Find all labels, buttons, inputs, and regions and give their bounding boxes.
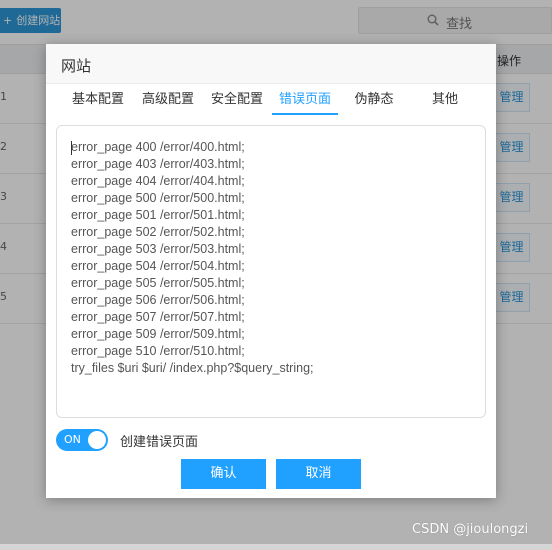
config-line: error_page 503 /error/503.html; (71, 242, 245, 256)
site-settings-dialog: 网站 基本配置 高级配置 安全配置 错误页面 伪静态 其他 error_page… (46, 44, 496, 498)
tab-advanced-config[interactable]: 高级配置 (138, 89, 198, 115)
config-line: error_page 400 /error/400.html; (71, 140, 245, 154)
config-line: error_page 510 /error/510.html; (71, 344, 245, 358)
config-line: error_page 509 /error/509.html; (71, 327, 245, 341)
config-line: error_page 506 /error/506.html; (71, 293, 245, 307)
dialog-title: 网站 (61, 57, 92, 75)
config-line: error_page 501 /error/501.html; (71, 208, 245, 222)
settings-tabs: 基本配置 高级配置 安全配置 错误页面 伪静态 其他 (64, 89, 484, 115)
dialog-header: 网站 (46, 44, 496, 84)
config-line: error_page 403 /error/403.html; (71, 157, 245, 171)
config-line: error_page 502 /error/502.html; (71, 225, 245, 239)
create-error-page-toggle[interactable]: ON (56, 429, 108, 451)
bottom-strip (0, 544, 552, 550)
error-page-config-textarea[interactable]: error_page 400 /error/400.html; error_pa… (56, 125, 486, 418)
config-line: error_page 507 /error/507.html; (71, 310, 245, 324)
cancel-button[interactable]: 取消 (276, 459, 361, 489)
tab-security-config[interactable]: 安全配置 (207, 89, 267, 115)
config-line: error_page 504 /error/504.html; (71, 259, 245, 273)
config-line: try_files $uri $uri/ /index.php?$query_s… (71, 361, 314, 375)
config-line: error_page 505 /error/505.html; (71, 276, 245, 290)
config-line: error_page 500 /error/500.html; (71, 191, 245, 205)
text-cursor (71, 141, 72, 155)
tab-error-pages[interactable]: 错误页面 (272, 89, 338, 115)
tab-rewrite[interactable]: 伪静态 (348, 89, 400, 115)
toggle-label: 创建错误页面 (120, 435, 199, 450)
toggle-state-text: ON (64, 433, 81, 446)
config-line: error_page 404 /error/404.html; (71, 174, 245, 188)
watermark: CSDN @jioulongzi (412, 522, 529, 537)
tab-basic-config[interactable]: 基本配置 (68, 89, 128, 115)
toggle-knob (88, 431, 106, 449)
confirm-button[interactable]: 确认 (181, 459, 266, 489)
tab-other[interactable]: 其他 (419, 89, 471, 115)
